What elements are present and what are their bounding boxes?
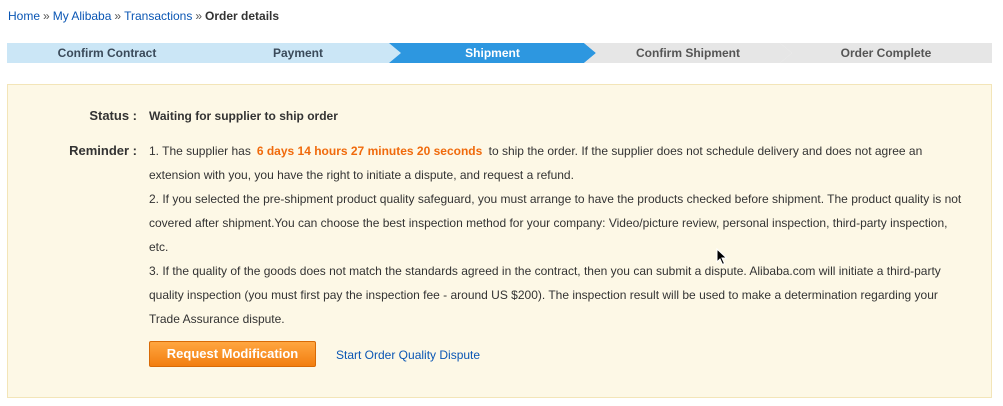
- breadcrumb-home-link[interactable]: Home: [8, 9, 40, 23]
- step-confirm-contract: Confirm Contract: [7, 43, 207, 63]
- step-shipment: Shipment: [389, 43, 596, 63]
- reminder-item-3: 3. If the quality of the goods does not …: [149, 264, 941, 326]
- reminder-label: Reminder :: [69, 143, 137, 158]
- breadcrumb-my-alibaba-link[interactable]: My Alibaba: [53, 9, 112, 23]
- status-label: Status :: [89, 108, 137, 123]
- step-label: Order Complete: [840, 46, 932, 60]
- step-confirm-shipment: Confirm Shipment: [584, 43, 792, 63]
- reminder-item-2: 2. If you selected the pre-shipment prod…: [149, 192, 962, 254]
- status-value: Waiting for supplier to ship order: [149, 109, 338, 123]
- step-label: Shipment: [465, 46, 520, 60]
- step-label: Confirm Contract: [57, 46, 157, 60]
- step-payment: Payment: [193, 43, 403, 63]
- breadcrumb-transactions-link[interactable]: Transactions: [124, 9, 192, 23]
- step-order-complete: Order Complete: [780, 43, 992, 63]
- step-label: Confirm Shipment: [636, 46, 740, 60]
- start-order-quality-dispute-link[interactable]: Start Order Quality Dispute: [336, 348, 480, 362]
- order-status-panel: Status : Waiting for supplier to ship or…: [7, 84, 992, 398]
- reminder-text: 1. The supplier has 6 days 14 hours 27 mi…: [149, 139, 969, 331]
- breadcrumb: Home» My Alibaba» Transactions» Order detai…: [8, 9, 279, 23]
- reminder-line1-prefix: 1. The supplier has: [149, 144, 251, 158]
- reminder-item-1: 1. The supplier has 6 days 14 hours 27 mi…: [149, 139, 969, 187]
- mouse-cursor-icon: [716, 248, 728, 266]
- breadcrumb-separator: »: [43, 9, 50, 23]
- breadcrumb-separator: »: [114, 9, 122, 23]
- order-progress-steps: Confirm Contract Payment Shipment Confir…: [7, 43, 992, 63]
- countdown-timer: 6 days 14 hours 27 minutes 20 seconds: [256, 144, 483, 158]
- breadcrumb-current: Order details: [205, 9, 280, 23]
- request-modification-button[interactable]: Request Modification: [149, 341, 316, 367]
- breadcrumb-separator: »: [195, 9, 203, 23]
- step-label: Payment: [272, 46, 324, 60]
